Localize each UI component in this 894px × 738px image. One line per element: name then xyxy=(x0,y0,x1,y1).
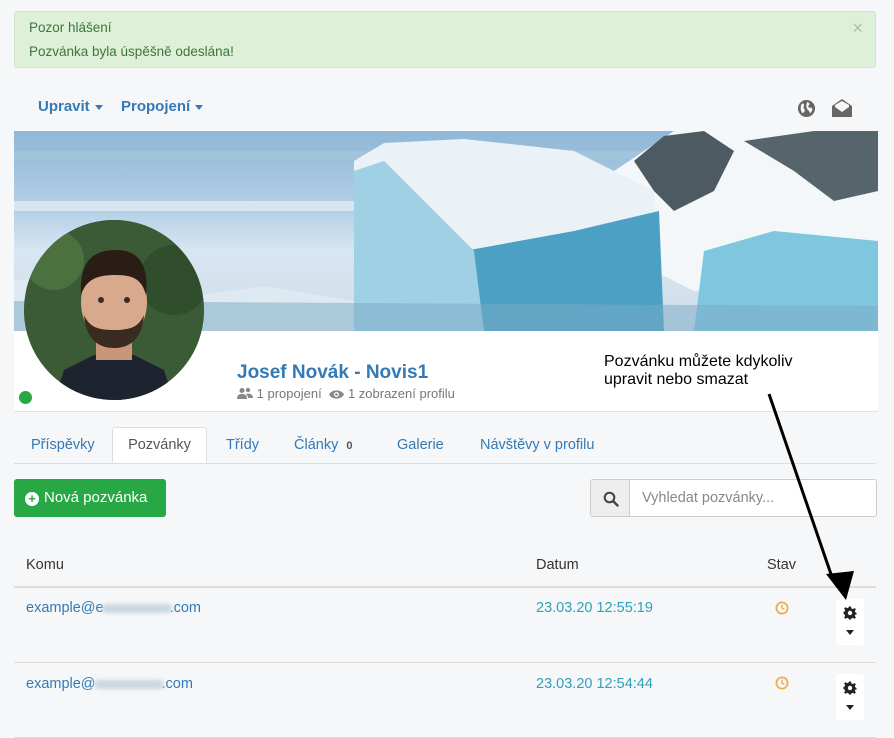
tab-articles-label: Články xyxy=(294,437,339,453)
new-invitation-label: Nová pozvánka xyxy=(44,489,148,506)
profile-name[interactable]: Josef Novák - Novis1 xyxy=(237,362,428,384)
table-row: example@e .com 23.03.20 12:55:19 xyxy=(14,587,876,663)
search-input[interactable] xyxy=(629,479,877,517)
tab-classes[interactable]: Třídy xyxy=(226,427,259,463)
avatar[interactable] xyxy=(24,220,204,400)
users-icon xyxy=(237,387,253,399)
globe-icon[interactable] xyxy=(797,99,816,118)
close-icon[interactable]: × xyxy=(852,18,863,39)
connections-count: 1 propojení xyxy=(256,386,322,401)
clock-icon xyxy=(775,676,789,690)
chevron-down-icon xyxy=(94,104,103,110)
chevron-down-icon xyxy=(195,104,204,110)
profile-views-count: 1 zobrazení profilu xyxy=(347,386,455,401)
invitation-email[interactable]: example@ .com xyxy=(26,676,193,692)
profile-toolbar: Upravit Propojení xyxy=(14,88,876,130)
tab-posts[interactable]: Příspěvky xyxy=(31,427,95,463)
edit-menu-label: Upravit xyxy=(38,98,90,115)
gear-icon xyxy=(843,681,857,695)
envelope-open-icon[interactable] xyxy=(831,97,853,119)
row-actions-dropdown[interactable] xyxy=(836,599,864,645)
new-invitation-button[interactable]: + Nová pozvánka xyxy=(14,479,166,517)
search-icon xyxy=(603,491,619,507)
clock-icon xyxy=(775,601,789,615)
redacted-email-part xyxy=(101,603,172,613)
annotation-line-1: Pozvánku můžete kdykoliv xyxy=(604,353,793,370)
profile-tabs: Příspěvky Pozvánky Třídy Články 0 Galerie… xyxy=(14,427,876,464)
email-start: example@e xyxy=(26,600,104,616)
search-group xyxy=(590,479,877,517)
success-alert: Pozor hlášení Pozvánka byla úspěšně odes… xyxy=(14,11,876,68)
invitation-date: 23.03.20 12:55:19 xyxy=(536,600,653,616)
eye-icon xyxy=(329,390,345,399)
connections-menu[interactable]: Propojení xyxy=(121,98,204,115)
table-header: Komu Datum Stav xyxy=(14,548,876,588)
invitation-email[interactable]: example@e .com xyxy=(26,600,201,616)
chevron-down-icon xyxy=(846,630,854,635)
email-start: example@ xyxy=(26,676,96,692)
invitation-date: 23.03.20 12:54:44 xyxy=(536,676,653,692)
column-header-status: Stav xyxy=(767,557,797,573)
annotation-line-2: upravit nebo smazat xyxy=(604,371,749,388)
email-end: .com xyxy=(169,600,202,616)
connections-menu-label: Propojení xyxy=(121,98,191,115)
articles-count-badge: 0 xyxy=(346,440,353,452)
edit-menu[interactable]: Upravit xyxy=(38,98,103,115)
plus-circle-icon: + xyxy=(25,492,39,506)
tab-gallery[interactable]: Galerie xyxy=(397,427,444,463)
gear-icon xyxy=(843,606,857,620)
redacted-email-part xyxy=(93,679,164,689)
annotation-text: Pozvánku můžete kdykoliv upravit nebo sm… xyxy=(604,353,854,389)
column-header-to: Komu xyxy=(26,557,64,573)
online-status-dot xyxy=(19,391,32,404)
table-row: example@ .com 23.03.20 12:54:44 xyxy=(14,662,876,738)
profile-stats: 1 propojení 1 zobrazení profilu xyxy=(237,386,455,401)
row-actions-dropdown[interactable] xyxy=(836,674,864,720)
tab-articles[interactable]: Články 0 xyxy=(294,427,352,463)
email-end: .com xyxy=(161,676,193,692)
tab-invitations[interactable]: Pozvánky xyxy=(112,427,207,463)
search-button[interactable] xyxy=(590,479,630,517)
column-header-date: Datum xyxy=(536,557,579,573)
alert-message: Pozvánka byla úspěšně odeslána! xyxy=(29,44,234,59)
tab-profile-visits[interactable]: Návštěvy v profilu xyxy=(480,427,594,463)
alert-title: Pozor hlášení xyxy=(29,20,112,35)
chevron-down-icon xyxy=(846,705,854,710)
